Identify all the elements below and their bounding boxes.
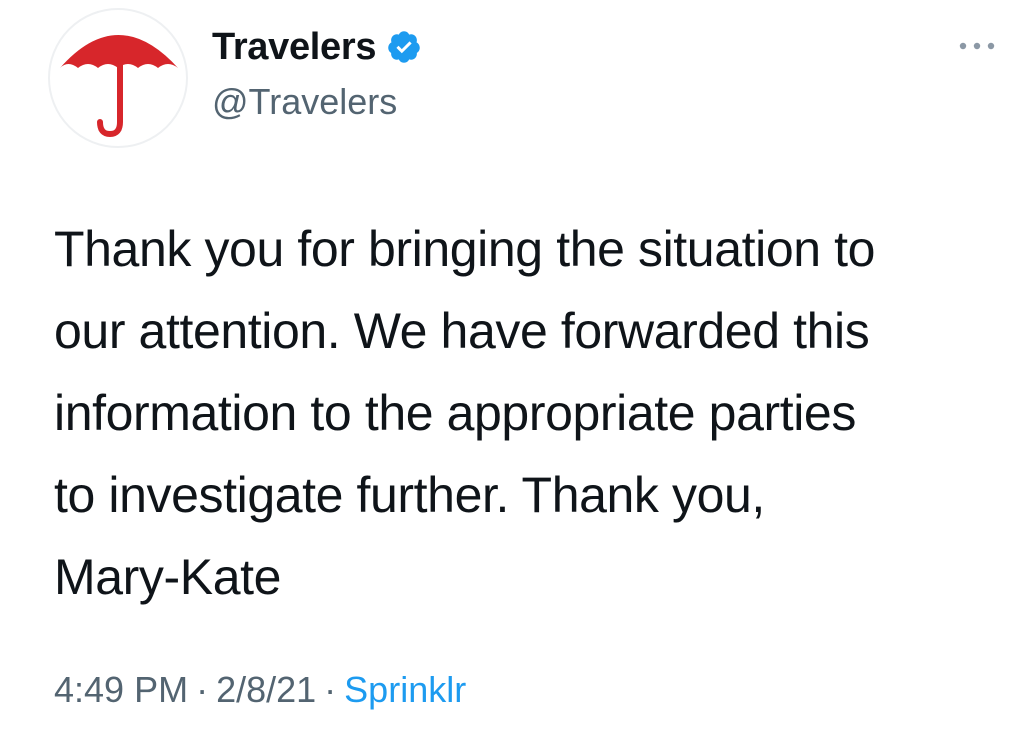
tweet-meta: 4:49 PM · 2/8/21 · Sprinklr: [54, 672, 466, 708]
author-display-name[interactable]: Travelers: [212, 28, 377, 66]
tweet-time[interactable]: 4:49 PM: [54, 669, 188, 710]
red-umbrella-logo-icon: [60, 35, 178, 138]
verified-badge-icon: [386, 29, 422, 65]
tweet-source-link[interactable]: Sprinklr: [344, 669, 466, 710]
tweet-date[interactable]: 2/8/21: [216, 669, 316, 710]
tweet-card: Travelers @Travelers Thank you for bring…: [0, 0, 1024, 747]
meta-separator: ·: [324, 669, 337, 710]
more-options-icon: [959, 42, 995, 50]
author-handle[interactable]: @Travelers: [212, 84, 397, 120]
more-options-button[interactable]: [957, 36, 997, 56]
author-name-row: Travelers: [212, 28, 422, 66]
tweet-text: Thank you for bringing the situation to …: [54, 221, 876, 605]
avatar[interactable]: [48, 8, 188, 148]
meta-separator: ·: [196, 669, 209, 710]
